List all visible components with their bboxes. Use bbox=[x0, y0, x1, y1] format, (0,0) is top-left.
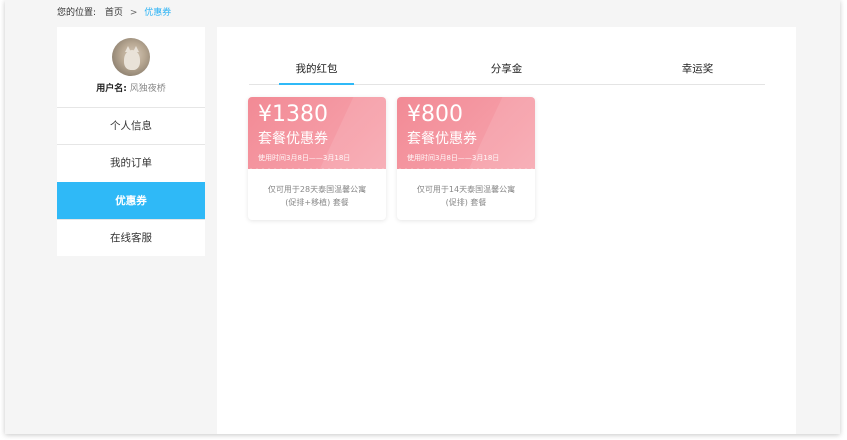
breadcrumb-separator: > bbox=[129, 8, 138, 18]
coupon-description: 仅可用于14天泰国温馨公寓 (促排) 套餐 bbox=[403, 183, 529, 209]
coupon-scallop-edge bbox=[397, 166, 535, 169]
coupon-scallop-edge bbox=[248, 166, 386, 169]
coupon-card[interactable]: ¥800 套餐优惠券 使用时间3月8日——3月18日 仅可用于14天泰国温馨公寓… bbox=[397, 97, 535, 220]
sidebar: 用户名: 风独夜桥 个人信息 我的订单 优惠券 在线客服 bbox=[57, 27, 205, 256]
coupon-amount: ¥800 bbox=[407, 102, 463, 127]
tab-lucky-prize[interactable]: 幸运奖 bbox=[660, 57, 735, 84]
coupon-description-line: 仅可用于28天泰国温馨公寓 bbox=[267, 185, 367, 194]
coupon-description: 仅可用于28天泰国温馨公寓 (促排+移植) 套餐 bbox=[254, 183, 380, 209]
page-frame: 您的位置: 首页 > 优惠券 用户名: 风独夜桥 个人信息 我的订单 优惠券 在… bbox=[5, 0, 840, 434]
coupon-period: 使用时间3月8日——3月18日 bbox=[258, 154, 351, 162]
coupon-description-line: (促排+移植) 套餐 bbox=[285, 198, 349, 207]
username-row: 用户名: 风独夜桥 bbox=[57, 83, 205, 95]
username-value: 风独夜桥 bbox=[129, 84, 166, 94]
coupon-description-line: 仅可用于14天泰国温馨公寓 bbox=[416, 185, 516, 194]
avatar[interactable] bbox=[112, 38, 150, 76]
tab-bar: 我的红包 分享金 幸运奖 bbox=[249, 57, 765, 85]
main-content: 我的红包 分享金 幸运奖 ¥1380 套餐优惠券 使用时间3月8日——3月18日… bbox=[217, 27, 796, 434]
coupon-header: ¥800 套餐优惠券 使用时间3月8日——3月18日 bbox=[397, 97, 535, 169]
coupon-title: 套餐优惠券 bbox=[407, 131, 477, 147]
breadcrumb: 您的位置: 首页 > 优惠券 bbox=[57, 6, 171, 20]
breadcrumb-label: 您的位置: bbox=[57, 8, 97, 18]
breadcrumb-current: 优惠券 bbox=[144, 8, 172, 18]
coupon-card[interactable]: ¥1380 套餐优惠券 使用时间3月8日——3月18日 仅可用于28天泰国温馨公… bbox=[248, 97, 386, 220]
coupon-description-line: (促排) 套餐 bbox=[445, 198, 487, 207]
avatar-cat-image bbox=[124, 50, 140, 70]
sidebar-item-orders[interactable]: 我的订单 bbox=[57, 144, 205, 181]
coupon-period: 使用时间3月8日——3月18日 bbox=[407, 154, 500, 162]
coupon-title: 套餐优惠券 bbox=[258, 131, 328, 147]
tab-my-red-packets[interactable]: 我的红包 bbox=[279, 57, 354, 85]
sidebar-item-customer-service[interactable]: 在线客服 bbox=[57, 219, 205, 256]
coupon-amount: ¥1380 bbox=[258, 102, 328, 127]
coupon-header: ¥1380 套餐优惠券 使用时间3月8日——3月18日 bbox=[248, 97, 386, 169]
breadcrumb-home-link[interactable]: 首页 bbox=[105, 8, 123, 18]
sidebar-item-profile[interactable]: 个人信息 bbox=[57, 107, 205, 144]
username-label: 用户名: bbox=[96, 84, 127, 94]
sidebar-item-coupons[interactable]: 优惠券 bbox=[57, 182, 205, 219]
tab-share-bonus[interactable]: 分享金 bbox=[469, 57, 544, 84]
